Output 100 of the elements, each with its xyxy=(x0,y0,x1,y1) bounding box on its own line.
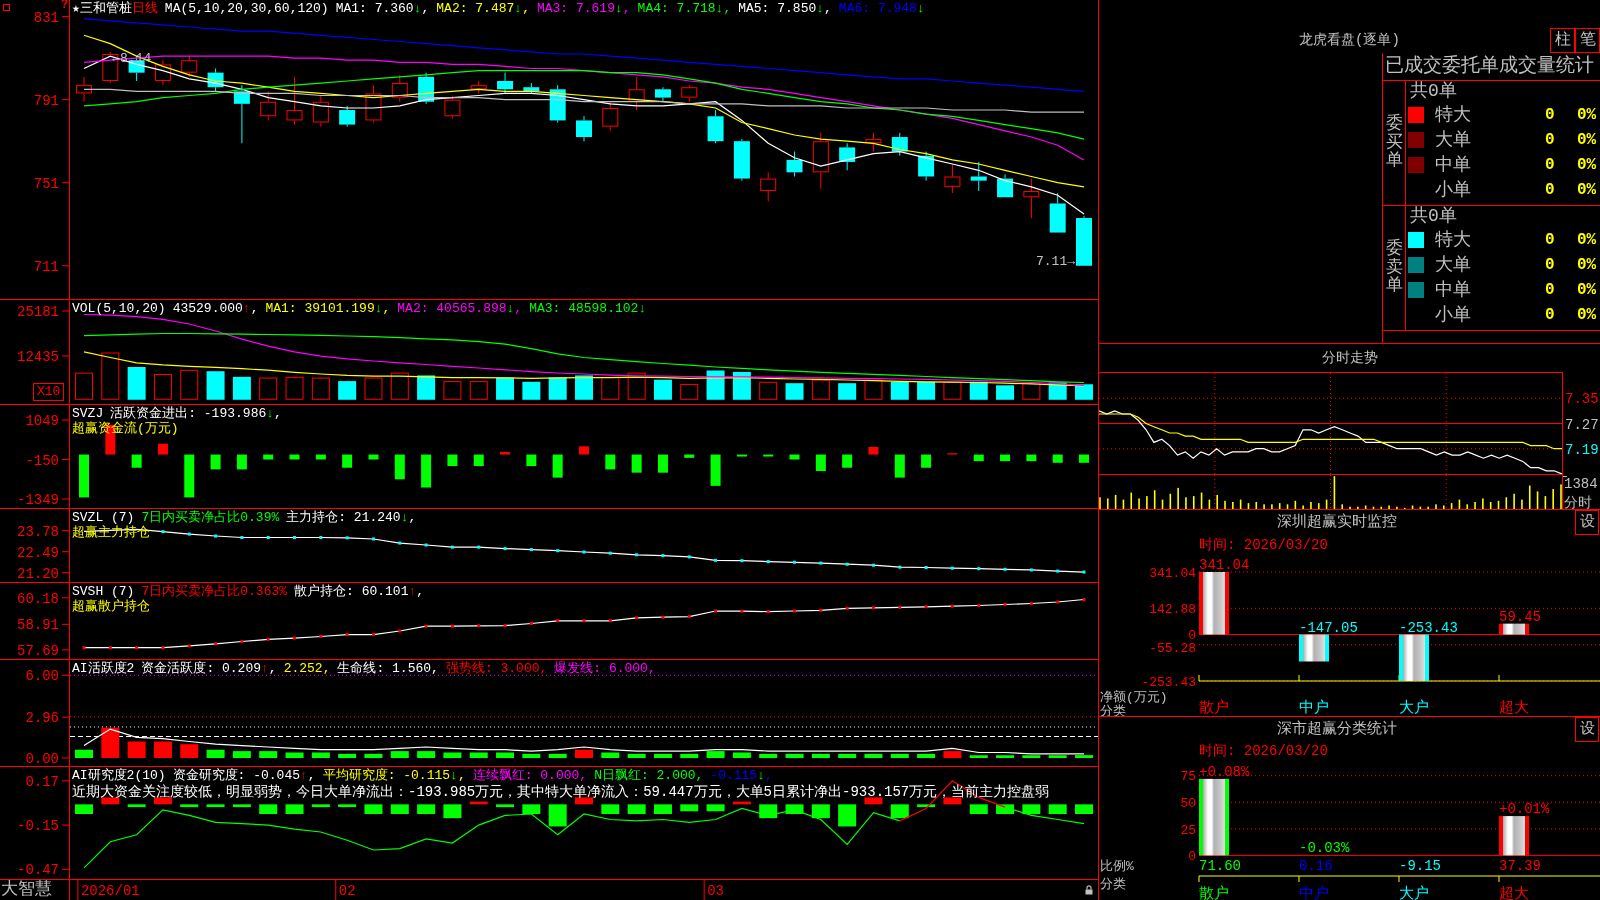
separator-mark: , xyxy=(250,301,259,316)
axis-title: 净额(万元) xyxy=(1100,690,1168,705)
trend-arrow: ↓ xyxy=(614,1,623,16)
table-title: 已成交委托单成交量统计 xyxy=(1383,53,1600,81)
side-label: 委卖单 xyxy=(1385,239,1403,297)
order-percent: 0% xyxy=(1577,130,1597,149)
separator-mark: , xyxy=(764,768,773,783)
indicator-name: SVZJ xyxy=(72,406,104,421)
axis-label: -150 xyxy=(25,452,59,469)
date-label: 03 xyxy=(707,883,724,899)
indicator-value: MA5: 7.850 xyxy=(738,1,817,16)
axis-label: 751 xyxy=(33,175,59,192)
axis-label: 12435 xyxy=(17,348,59,365)
value-label: 71.60 xyxy=(1199,858,1241,874)
change-label: -0.03% xyxy=(1299,840,1350,857)
axis-label: -0.15 xyxy=(17,818,59,835)
order-percent: 0% xyxy=(1577,305,1597,324)
indicator-value: 活跃资金进出: -193.986 xyxy=(110,406,267,421)
axis-label: 60.18 xyxy=(17,590,59,607)
category-label: 超大 xyxy=(1499,700,1529,716)
indicator-name: VOL(5,10,20) xyxy=(72,301,166,316)
order-size-label: 大单 xyxy=(1435,254,1471,275)
axis-label: -253.43 xyxy=(1141,674,1196,690)
axis-label: 0.17 xyxy=(25,773,59,790)
axis-label: 831 xyxy=(33,9,59,26)
axis-title: 分时 xyxy=(1564,495,1592,509)
order-count: 0 xyxy=(1545,105,1555,124)
panel-title: 龙虎看盘(逐单) xyxy=(1299,32,1400,50)
change-label: +0.08% xyxy=(1199,763,1250,780)
order-count: 0 xyxy=(1545,255,1555,274)
separator-mark: , xyxy=(723,1,732,16)
separator-mark: , xyxy=(522,1,530,16)
indicator-value: 连续飘红: 0.000, xyxy=(472,768,588,783)
axis-label: 2.96 xyxy=(25,710,59,727)
order-size-label: 特大 xyxy=(1435,104,1471,125)
price-annotation: 7.11→ xyxy=(1036,253,1075,269)
order-size-label: 中单 xyxy=(1435,154,1471,175)
indicator-name: MA(5,10,20,30,60,120) xyxy=(164,1,329,16)
axis-label: 711 xyxy=(33,258,59,275)
category-label: 大户 xyxy=(1399,700,1429,716)
category-label: 中户 xyxy=(1299,886,1329,900)
axis-title: 分类 xyxy=(1100,877,1126,892)
indicator-value: MA1: 7.360 xyxy=(335,1,414,16)
indicator-value: MA3: 48598.102 xyxy=(529,301,639,316)
order-count: 0 xyxy=(1545,180,1555,199)
indicator-value: 爆发线: 6.000, xyxy=(554,661,656,676)
axis-label: 7.27 xyxy=(1565,416,1599,433)
axis-label: 6.00 xyxy=(25,668,59,685)
order-percent: 0% xyxy=(1577,280,1597,299)
trend-arrow: ↓ xyxy=(816,1,825,16)
separator-mark: , xyxy=(824,1,832,16)
indicator-value: 资金研究度: -0.045 xyxy=(172,768,301,783)
axis-label: 0.00 xyxy=(25,751,59,766)
indicator-value: MA3: 7.619 xyxy=(536,1,615,16)
axis-title: 比例% xyxy=(1100,859,1134,874)
value-label: 59.45 xyxy=(1499,608,1541,625)
axis-label: 7.35 xyxy=(1565,391,1599,408)
axis-label: -1349 xyxy=(17,492,59,508)
chart-subtitle: 时间: 2026/03/20 xyxy=(1199,743,1328,759)
value-label: 37.39 xyxy=(1499,858,1541,874)
category-label: 大户 xyxy=(1399,886,1429,900)
separator-mark: , xyxy=(382,301,391,316)
trend-arrow: ↑ xyxy=(300,768,308,783)
value-label: -147.05 xyxy=(1299,619,1358,636)
order-size-label: 中单 xyxy=(1435,279,1471,300)
separator-mark: , xyxy=(274,406,282,421)
indicator-value: 平均研究度: -0.115 xyxy=(322,768,451,783)
axis-label: 25 xyxy=(1180,822,1196,838)
indicator-subtitle: 超赢散户持仓 xyxy=(72,599,150,614)
value-label: -253.43 xyxy=(1399,619,1458,636)
separator-mark: , xyxy=(421,1,430,16)
order-count: 0 xyxy=(1545,155,1555,174)
trend-arrow: ↓ xyxy=(450,768,458,783)
trend-arrow: ↓ xyxy=(506,301,515,316)
indicator-value: 资金活跃度: 0.209 xyxy=(141,661,261,676)
category-label: 散户 xyxy=(1199,886,1229,900)
separator-mark: , xyxy=(416,584,425,599)
order-total: 共0单 xyxy=(1409,81,1457,102)
order-size-label: 小单 xyxy=(1435,304,1471,325)
axis-label: 57.69 xyxy=(17,642,59,659)
order-percent: 0% xyxy=(1577,255,1597,274)
order-size-label: 特大 xyxy=(1435,229,1471,250)
order-percent: 0% xyxy=(1577,180,1597,199)
trend-arrow: ↓ xyxy=(400,510,409,525)
section-title: 分时走势 xyxy=(1321,349,1378,368)
axis-label: 25181 xyxy=(17,304,59,321)
order-percent: 0% xyxy=(1577,155,1597,174)
trend-arrow: ↓ xyxy=(638,301,647,316)
axis-label: 21.20 xyxy=(17,565,59,582)
change-label: +0.01% xyxy=(1499,801,1550,818)
indicator-value: 7日内买卖净占比0.363% xyxy=(141,584,288,599)
indicator-value: 2.252, xyxy=(283,661,331,676)
order-percent: 0% xyxy=(1577,230,1597,249)
axis-label: 22.49 xyxy=(17,544,59,561)
indicator-name: SVZL (7) xyxy=(72,510,135,525)
axis-label: 142.88 xyxy=(1149,602,1196,617)
axis-label: 0 xyxy=(1188,849,1196,865)
order-count: 0 xyxy=(1545,280,1555,299)
indicator-value: 主力持仓: 21.240 xyxy=(286,510,401,525)
date-label: 02 xyxy=(338,883,356,899)
